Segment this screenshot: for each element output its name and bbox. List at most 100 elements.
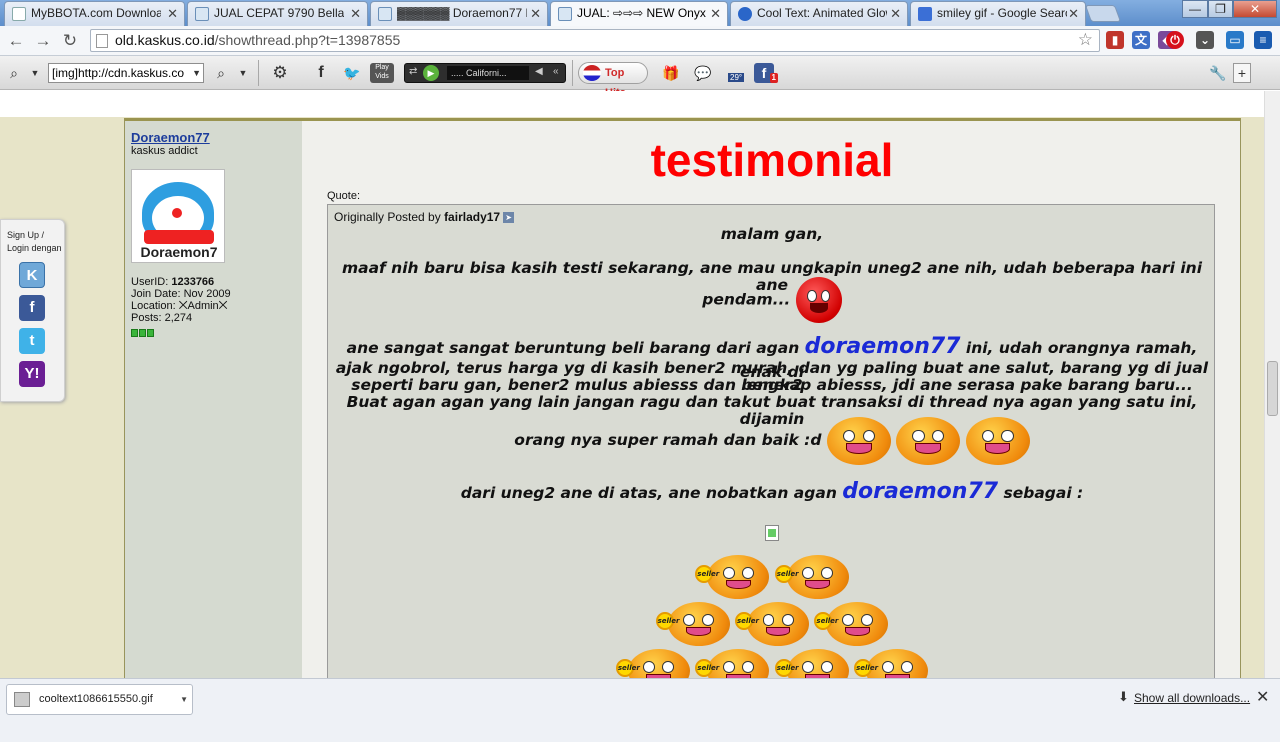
close-icon[interactable]: ✕ — [1256, 687, 1269, 707]
chevron-down-icon[interactable]: ▼ — [238, 63, 248, 83]
tab-close-icon[interactable]: ✕ — [167, 2, 178, 25]
post-body: testimonial Quote: Originally Posted by … — [303, 121, 1241, 678]
chat-icon[interactable]: 💬 — [692, 63, 714, 83]
top-hits-button[interactable]: Top Hits — [578, 62, 648, 99]
tab-label: Cool Text: Animated Glow — [757, 6, 887, 20]
translate-icon[interactable]: 文 — [1132, 31, 1150, 49]
chevron-down-icon[interactable]: ▼ — [192, 64, 201, 82]
facebook-login-icon[interactable]: f — [19, 295, 45, 321]
tab-close-icon[interactable]: ✕ — [710, 2, 721, 25]
bookmark-star-icon[interactable]: ☆ — [1078, 30, 1093, 50]
volume-icon[interactable]: ◀ — [535, 66, 543, 77]
user-title: kaskus addict — [131, 145, 198, 157]
reload-icon[interactable]: ↻ — [59, 30, 81, 52]
view-post-icon[interactable]: ➤ — [503, 212, 515, 224]
quote-line: malam gan, — [720, 225, 824, 243]
seller-name: doraemon77 — [804, 334, 961, 359]
tab-doraemon77[interactable]: ▓▓▓▓▓▓ Doraemon77 New ✕ — [370, 1, 548, 26]
facebook-icon[interactable]: f — [312, 63, 330, 83]
gear-icon[interactable]: ⚙ — [268, 63, 292, 83]
toolbar-search-input[interactable]: [img]http://cdn.kaskus.co ▼ — [48, 63, 204, 83]
screen-capture-icon[interactable]: ▭ — [1226, 31, 1244, 49]
scrollbar-thumb[interactable] — [1267, 361, 1278, 416]
quote-header: Originally Posted by fairlady17 ➤ — [334, 210, 515, 224]
play-vids-button[interactable]: Play Vids — [370, 63, 394, 83]
thumbs-up-smiley-icon — [965, 416, 1030, 465]
pocket-icon[interactable]: ⌄ — [1196, 31, 1214, 49]
download-item[interactable]: cooltext1086615550.gif ▼ — [6, 684, 193, 715]
download-arrow-icon: ⬇ — [1118, 689, 1129, 704]
vertical-scrollbar[interactable] — [1264, 91, 1280, 678]
gift-icon[interactable]: 🎁 — [662, 63, 680, 83]
doraemon-nose — [172, 208, 182, 218]
song-select[interactable]: ..... Californi... — [447, 66, 529, 80]
music-player[interactable]: ⇄ ▶ ..... Californi... ◀ « — [404, 63, 566, 83]
tab-label: MyBBOTA.com Downloa — [31, 6, 161, 20]
avatar[interactable]: Doraemon7 — [131, 169, 225, 263]
browser-window: MyBBOTA.com Downloa ✕ JUAL CEPAT 9790 Be… — [0, 0, 1280, 742]
show-all-downloads-link[interactable]: Show all downloads... — [1134, 691, 1250, 705]
search-button-icon[interactable]: ⌕ — [210, 63, 232, 83]
kaskus-login-icon[interactable]: K — [19, 262, 45, 288]
tab-jual-cepat[interactable]: JUAL CEPAT 9790 Bellagio ✕ — [187, 1, 368, 26]
tab-strip: MyBBOTA.com Downloa ✕ JUAL CEPAT 9790 Be… — [0, 0, 1280, 26]
forum-post: Doraemon77 kaskus addict Doraemon7 UserI… — [124, 118, 1241, 678]
search-icon[interactable]: ⌕ — [6, 63, 22, 83]
tab-close-icon[interactable]: ✕ — [1068, 2, 1079, 25]
quote-line: orang nya super ramah dan baik :d — [328, 412, 1216, 468]
new-tab-button[interactable] — [1084, 5, 1122, 22]
page-viewport: Doraemon77 kaskus addict Doraemon7 UserI… — [0, 91, 1264, 678]
address-bar[interactable]: old.kaskus.co.id/showthread.php?t=139878… — [90, 29, 1100, 52]
seller-row-2: seller seller seller — [328, 602, 1216, 650]
kaskus-icon — [558, 7, 572, 21]
tab-cooltext[interactable]: Cool Text: Animated Glow ✕ — [730, 1, 908, 26]
minimize-button[interactable]: — — [1182, 0, 1208, 18]
shuffle-icon[interactable]: ⇄ — [409, 66, 417, 77]
yahoo-login-icon[interactable]: Y! — [19, 361, 45, 387]
toolbar-separator — [572, 60, 573, 86]
twitter-icon[interactable]: 🐦 — [340, 63, 364, 83]
url-text: old.kaskus.co.id/showthread.php?t=139878… — [115, 32, 401, 48]
quote-line: seperti baru gan, bener2 mulus abiesss d… — [351, 376, 1193, 394]
addon-toolbar: ⌕ ▼ [img]http://cdn.kaskus.co ▼ ⌕ ▼ ⚙ f … — [0, 56, 1280, 99]
angry-smiley-icon — [795, 277, 842, 323]
close-window-button[interactable]: ✕ — [1233, 0, 1277, 18]
weather-icon[interactable]: 29°☁ — [724, 63, 748, 83]
bookmark-extension-icon[interactable]: ▮ — [1106, 31, 1124, 49]
quote-line: pendam... — [328, 277, 1216, 325]
tab-label: ▓▓▓▓▓▓ Doraemon77 New — [397, 6, 527, 20]
tab-mybbota[interactable]: MyBBOTA.com Downloa ✕ — [4, 1, 185, 26]
user-id: UserID: 1233766 — [131, 276, 215, 288]
username-link[interactable]: Doraemon77 — [131, 130, 210, 145]
tab-close-icon[interactable]: ✕ — [890, 2, 901, 25]
chevron-down-icon[interactable]: ▼ — [30, 63, 40, 83]
post-user-info: Doraemon77 kaskus addict Doraemon7 UserI… — [125, 121, 302, 678]
download-filename: cooltext1086615550.gif — [39, 693, 153, 705]
broken-image-icon — [765, 525, 779, 541]
forward-arrow-icon[interactable]: → — [32, 30, 54, 52]
broken-image-row — [328, 525, 1216, 545]
tab-close-icon[interactable]: ✕ — [350, 2, 361, 25]
doraemon-collar — [144, 230, 214, 244]
seller-row-3: seller seller seller seller — [328, 649, 1216, 678]
twitter-login-icon[interactable]: t — [19, 328, 45, 354]
play-icon[interactable]: ▶ — [423, 65, 439, 81]
kaskus-icon — [378, 7, 392, 21]
chevron-down-icon[interactable]: ▼ — [180, 685, 188, 714]
add-icon[interactable]: + — [1233, 63, 1251, 83]
tab-close-icon[interactable]: ✕ — [530, 2, 541, 25]
quote-author[interactable]: fairlady17 — [444, 210, 500, 224]
tab-label: JUAL CEPAT 9790 Bellagio — [214, 6, 344, 20]
seller-row-1: seller seller — [328, 555, 1216, 603]
facebook-notify-icon[interactable]: f 1 — [754, 63, 778, 83]
stop-icon[interactable]: ⏻ — [1166, 31, 1184, 49]
menu-icon[interactable]: ≡ — [1254, 31, 1272, 49]
tab-google-search[interactable]: smiley gif - Google Search ✕ — [910, 1, 1086, 26]
wrench-icon[interactable]: 🔧 — [1208, 63, 1228, 83]
restore-button[interactable]: ❐ — [1208, 0, 1233, 18]
thumbs-up-smiley-icon — [896, 416, 961, 465]
tab-jual-onyx[interactable]: JUAL: ⇨⇨⇨ NEW Onyx ✕ — [550, 1, 728, 26]
back-arrow-icon[interactable]: ← — [5, 30, 27, 52]
notification-badge: 1 — [769, 73, 778, 83]
rewind-icon[interactable]: « — [553, 66, 559, 77]
